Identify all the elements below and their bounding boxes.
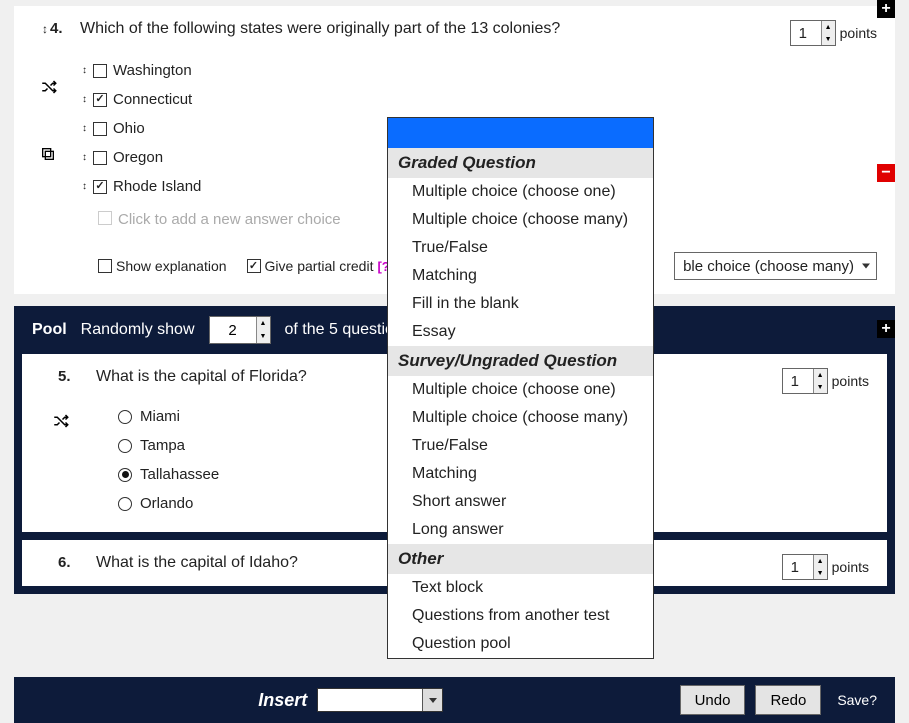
- checkbox-icon[interactable]: [247, 259, 261, 273]
- points-input[interactable]: 1 ▲▼ points: [782, 368, 869, 394]
- answer-checkbox[interactable]: [93, 93, 107, 107]
- popup-item[interactable]: Questions from another test: [388, 602, 653, 630]
- pool-text-prefix: Randomly show: [81, 321, 195, 339]
- answer-checkbox[interactable]: [93, 151, 107, 165]
- answer-checkbox[interactable]: [93, 64, 107, 78]
- popup-header[interactable]: [388, 118, 653, 148]
- popup-item[interactable]: Short answer: [388, 488, 653, 516]
- pool-count-value[interactable]: 2: [210, 317, 256, 343]
- answer-checkbox[interactable]: [93, 122, 107, 136]
- add-above-button[interactable]: +: [877, 0, 895, 18]
- answer-row[interactable]: ↕ Connecticut: [82, 85, 877, 114]
- points-down[interactable]: ▼: [814, 381, 827, 393]
- points-label: points: [840, 25, 877, 41]
- question-type-select[interactable]: ble choice (choose many): [674, 252, 877, 280]
- points-down[interactable]: ▼: [822, 33, 835, 45]
- points-label: points: [832, 559, 869, 575]
- radio-icon[interactable]: [118, 439, 132, 453]
- popup-item[interactable]: True/False: [388, 432, 653, 460]
- popup-item[interactable]: Fill in the blank: [388, 290, 653, 318]
- shuffle-icon[interactable]: [40, 78, 58, 100]
- drag-handle-icon[interactable]: ↕: [82, 123, 87, 134]
- drag-handle-icon[interactable]: ↕: [82, 181, 87, 192]
- remove-button[interactable]: −: [877, 164, 895, 182]
- points-value[interactable]: 1: [783, 369, 813, 393]
- shuffle-icon[interactable]: [52, 412, 70, 434]
- question-side-icons: [40, 78, 58, 166]
- popup-section-title: Survey/Ungraded Question: [388, 346, 653, 376]
- popup-item[interactable]: Question pool: [388, 630, 653, 658]
- popup-item[interactable]: Matching: [388, 262, 653, 290]
- add-below-button[interactable]: +: [877, 320, 895, 338]
- save-status[interactable]: Save?: [837, 692, 877, 708]
- popup-section-title: Other: [388, 544, 653, 574]
- drag-handle-icon[interactable]: ↕: [82, 65, 87, 76]
- question-number: 5.: [58, 368, 96, 385]
- partial-credit-toggle[interactable]: Give partial credit [?]: [247, 258, 395, 274]
- add-answer-placeholder[interactable]: Click to add a new answer choice: [118, 211, 341, 228]
- pool-count-input[interactable]: 2 ▲▼: [209, 316, 271, 344]
- answer-label[interactable]: Oregon: [113, 149, 163, 166]
- answer-label[interactable]: Ohio: [113, 120, 145, 137]
- answer-checkbox[interactable]: [93, 180, 107, 194]
- popup-section-title: Graded Question: [388, 148, 653, 178]
- points-up[interactable]: ▲: [814, 555, 827, 567]
- popup-item[interactable]: Multiple choice (choose one): [388, 178, 653, 206]
- pool-count-down[interactable]: ▼: [257, 330, 270, 343]
- copy-icon[interactable]: [40, 146, 58, 166]
- redo-button[interactable]: Redo: [755, 685, 821, 715]
- insert-label: Insert: [258, 690, 307, 711]
- question-type-popup: Graded Question Multiple choice (choose …: [387, 117, 654, 659]
- answer-label[interactable]: Connecticut: [113, 91, 192, 108]
- popup-item[interactable]: Long answer: [388, 516, 653, 544]
- undo-button[interactable]: Undo: [680, 685, 746, 715]
- popup-item[interactable]: True/False: [388, 234, 653, 262]
- popup-item[interactable]: Multiple choice (choose one): [388, 376, 653, 404]
- points-down[interactable]: ▼: [814, 567, 827, 579]
- popup-item[interactable]: Multiple choice (choose many): [388, 404, 653, 432]
- option-label[interactable]: Miami: [140, 408, 180, 425]
- answer-checkbox-disabled: [98, 211, 112, 225]
- radio-icon[interactable]: [118, 410, 132, 424]
- option-label[interactable]: Tallahassee: [140, 466, 219, 483]
- chevron-down-icon[interactable]: [422, 689, 442, 711]
- show-explanation-toggle[interactable]: Show explanation: [98, 258, 227, 274]
- answer-label[interactable]: Rhode Island: [113, 178, 201, 195]
- question-number: ↕4.: [42, 20, 80, 37]
- insert-type-select[interactable]: [317, 688, 443, 712]
- pool-count-up[interactable]: ▲: [257, 317, 270, 330]
- radio-icon[interactable]: [118, 468, 132, 482]
- points-input[interactable]: 1 ▲▼ points: [782, 554, 869, 580]
- points-up[interactable]: ▲: [822, 21, 835, 33]
- question-number: 6.: [58, 554, 96, 571]
- select-value: ble choice (choose many): [683, 258, 854, 275]
- popup-item[interactable]: Matching: [388, 460, 653, 488]
- points-value[interactable]: 1: [783, 555, 813, 579]
- popup-item[interactable]: Text block: [388, 574, 653, 602]
- points-value[interactable]: 1: [791, 21, 821, 45]
- popup-item[interactable]: Essay: [388, 318, 653, 346]
- question-text[interactable]: Which of the following states were origi…: [80, 20, 778, 38]
- drag-handle-icon[interactable]: ↕: [82, 152, 87, 163]
- option-label[interactable]: Tampa: [140, 437, 185, 454]
- popup-item[interactable]: Multiple choice (choose many): [388, 206, 653, 234]
- answer-label[interactable]: Washington: [113, 62, 192, 79]
- option-label[interactable]: Orlando: [140, 495, 193, 512]
- answer-row[interactable]: ↕ Washington: [82, 56, 877, 85]
- bottom-toolbar: Insert Undo Redo Save?: [14, 677, 895, 723]
- points-input[interactable]: 1 ▲▼ points: [790, 20, 877, 46]
- points-up[interactable]: ▲: [814, 369, 827, 381]
- points-label: points: [832, 373, 869, 389]
- checkbox-icon[interactable]: [98, 259, 112, 273]
- drag-handle-icon[interactable]: ↕: [82, 94, 87, 105]
- radio-icon[interactable]: [118, 497, 132, 511]
- pool-label: Pool: [32, 321, 67, 339]
